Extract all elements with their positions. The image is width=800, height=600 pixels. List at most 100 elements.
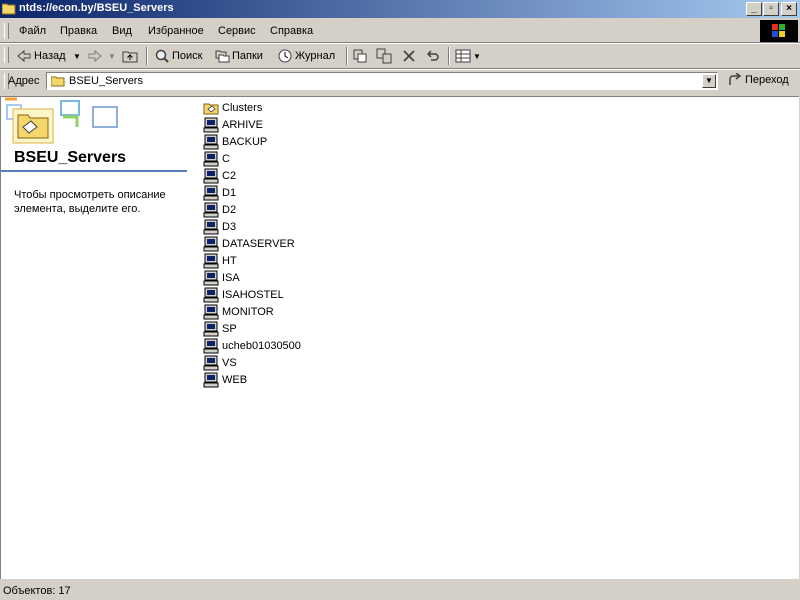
list-item[interactable]: D2 <box>203 201 301 218</box>
minimize-button[interactable]: _ <box>746 2 762 16</box>
list-item[interactable]: ARHIVE <box>203 116 301 133</box>
forward-arrow-icon <box>88 49 102 63</box>
address-bar: Адрес BSEU_Servers ▼ Переход <box>0 70 800 94</box>
back-dropdown-icon[interactable]: ▼ <box>73 48 81 64</box>
folders-label: Папки <box>232 50 263 62</box>
search-icon <box>155 49 169 63</box>
panel-description: Чтобы просмотреть описание элемента, выд… <box>14 189 166 215</box>
file-list: Clusters ARHIVE BACKUP C C2 D1 D2 D3 DATASERVER H… <box>203 99 301 388</box>
list-item-label: ISAHOSTEL <box>222 288 284 301</box>
list-item[interactable]: DATASERVER <box>203 235 301 252</box>
computer-icon <box>203 372 219 388</box>
list-item[interactable]: MONITOR <box>203 303 301 320</box>
menu-tools[interactable]: Сервис <box>218 25 256 37</box>
toolbar-separator <box>346 47 348 65</box>
computer-icon <box>203 134 219 150</box>
list-item[interactable]: BACKUP <box>203 133 301 150</box>
list-item[interactable]: D3 <box>203 218 301 235</box>
list-item[interactable]: ISAHOSTEL <box>203 286 301 303</box>
copy-to-icon <box>376 48 392 64</box>
address-dropdown-button[interactable]: ▼ <box>702 74 716 88</box>
menu-favorites[interactable]: Избранное <box>148 25 204 37</box>
list-item[interactable]: ISA <box>203 269 301 286</box>
history-icon <box>278 49 292 63</box>
folders-icon <box>215 50 230 63</box>
maximize-button[interactable]: ▫ <box>763 2 779 16</box>
computer-icon <box>203 270 219 286</box>
menu-file[interactable]: Файл <box>19 25 46 37</box>
title-bar[interactable]: ntds://econ.by/BSEU_Servers _ ▫ × <box>0 0 800 18</box>
close-button[interactable]: × <box>781 2 797 16</box>
back-button[interactable]: Назад <box>16 48 66 64</box>
list-item[interactable]: Clusters <box>203 99 301 116</box>
delete-button[interactable] <box>401 48 417 64</box>
content-area: BSEU_Servers Чтобы просмотреть описание … <box>0 96 799 579</box>
undo-button[interactable] <box>425 48 441 64</box>
go-button[interactable]: Переход <box>728 73 789 87</box>
list-item-label: BACKUP <box>222 135 268 148</box>
toolbar-separator <box>146 47 148 65</box>
search-button[interactable]: Поиск <box>154 48 202 64</box>
status-bar: Объектов: 17 <box>0 580 800 600</box>
go-label: Переход <box>745 74 789 86</box>
status-text: Объектов: 17 <box>3 585 71 597</box>
list-item[interactable]: SP <box>203 320 301 337</box>
window-title: ntds://econ.by/BSEU_Servers <box>19 2 174 14</box>
menu-grip[interactable] <box>4 23 9 39</box>
undo-icon <box>426 50 439 61</box>
computer-icon <box>203 304 219 320</box>
list-item[interactable]: WEB <box>203 371 301 388</box>
menu-help[interactable]: Справка <box>270 25 313 37</box>
forward-button[interactable] <box>87 48 103 64</box>
toolbar: Назад ▼ ▼ Поиск Папки Журнал ▼ <box>0 44 800 68</box>
history-button[interactable]: Журнал <box>277 48 335 64</box>
search-label: Поиск <box>172 50 203 62</box>
menu-edit[interactable]: Правка <box>60 25 97 37</box>
list-item[interactable]: C <box>203 150 301 167</box>
computer-icon <box>203 219 219 235</box>
list-item[interactable]: VS <box>203 354 301 371</box>
back-label: Назад <box>34 50 66 62</box>
list-item-label: HT <box>222 254 237 267</box>
address-value: BSEU_Servers <box>69 75 143 87</box>
toolbar-grip[interactable] <box>4 47 9 63</box>
list-item[interactable]: ucheb01030500 <box>203 337 301 354</box>
copy-to-button[interactable] <box>376 48 392 64</box>
list-item-label: D3 <box>222 220 237 233</box>
folders-button[interactable]: Папки <box>214 48 263 64</box>
menu-bar: Файл Правка Вид Избранное Сервис Справка <box>0 20 800 42</box>
views-button[interactable]: ▼ <box>455 48 481 64</box>
up-folder-icon <box>122 51 138 63</box>
forward-dropdown-icon[interactable]: ▼ <box>108 48 116 64</box>
computer-icon <box>203 117 219 133</box>
computer-icon <box>203 253 219 269</box>
list-item[interactable]: D1 <box>203 184 301 201</box>
computer-icon <box>203 202 219 218</box>
address-label: Адрес <box>8 75 40 87</box>
list-item-label: MONITOR <box>222 305 274 318</box>
views-icon <box>455 49 471 63</box>
list-item[interactable]: C2 <box>203 167 301 184</box>
address-input[interactable]: BSEU_Servers ▼ <box>46 72 718 90</box>
history-label: Журнал <box>295 50 336 62</box>
list-item[interactable]: HT <box>203 252 301 269</box>
computer-icon <box>203 236 219 252</box>
delete-icon <box>403 50 415 62</box>
list-item-label: C2 <box>222 169 237 182</box>
move-to-button[interactable] <box>352 48 368 64</box>
folder-banner-icon <box>5 97 118 144</box>
panel-title: BSEU_Servers <box>14 149 127 166</box>
list-item-label: SP <box>222 322 237 335</box>
list-item-label: VS <box>222 356 237 369</box>
list-item-label: ucheb01030500 <box>222 339 301 352</box>
panel-divider <box>1 170 187 172</box>
menu-view[interactable]: Вид <box>112 25 132 37</box>
list-item-label: WEB <box>222 373 248 386</box>
views-dropdown-icon: ▼ <box>473 51 481 61</box>
list-item-label: C <box>222 152 230 165</box>
computer-icon <box>203 338 219 354</box>
computer-icon <box>203 168 219 184</box>
computer-icon <box>203 151 219 167</box>
computer-icon <box>203 185 219 201</box>
up-folder-button[interactable] <box>122 48 138 64</box>
